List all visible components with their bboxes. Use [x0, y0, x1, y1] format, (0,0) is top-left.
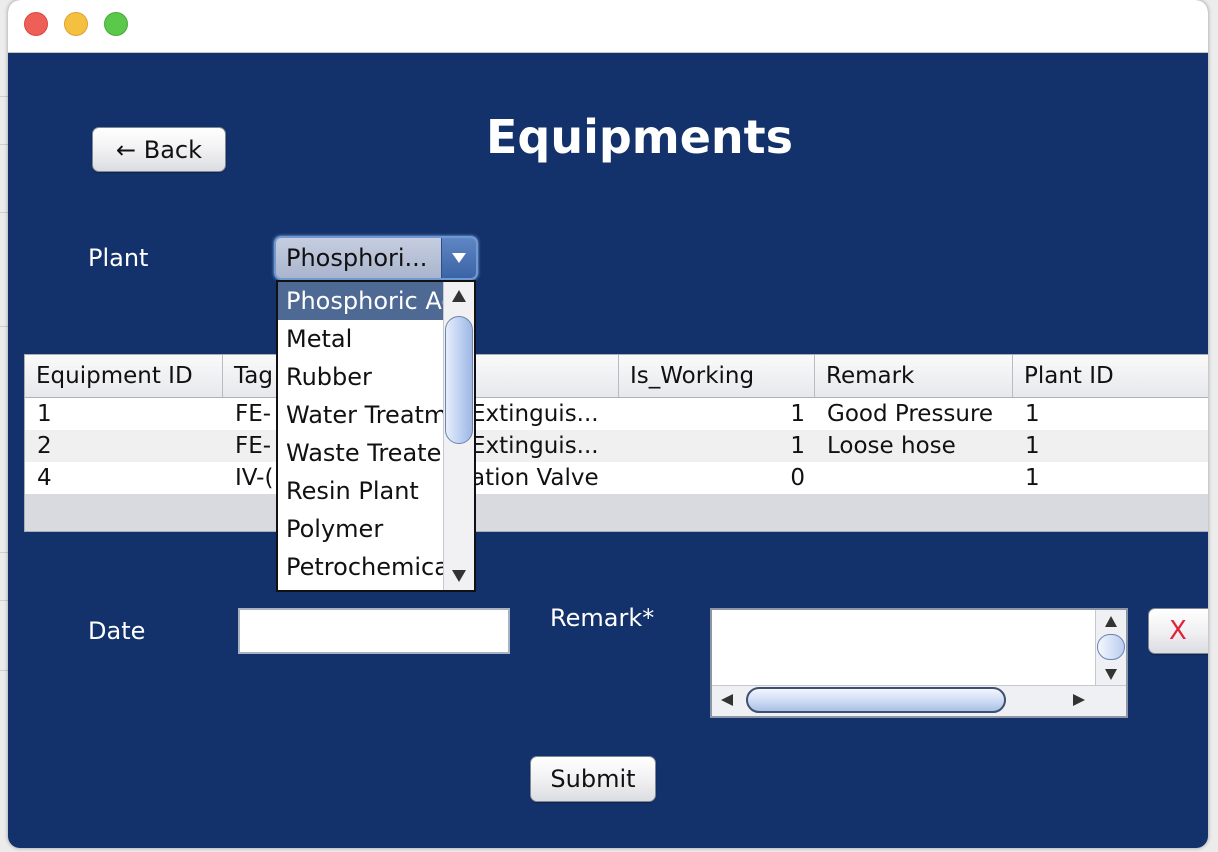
- cell-name: Extinguis...: [471, 401, 599, 427]
- clear-remark-button[interactable]: X: [1148, 608, 1208, 654]
- column-header-plant-id[interactable]: Plant ID: [1013, 355, 1208, 397]
- plant-select-value: Phosphori...: [286, 244, 428, 272]
- maximize-window-button[interactable]: [104, 12, 128, 36]
- table-row[interactable]: 1 FE- Extinguis... 1 Good Pressure 1: [25, 398, 1208, 430]
- cell-equipment-id: 1: [37, 401, 52, 427]
- cell-remark: [815, 462, 1013, 494]
- plant-option[interactable]: Polymer: [278, 510, 444, 548]
- plant-option[interactable]: Petrochemical: [278, 548, 444, 586]
- cell-plant-id: 1: [1025, 465, 1040, 491]
- cell-plant-id: 1: [1025, 401, 1040, 427]
- cell-plant-id: 1: [1025, 433, 1040, 459]
- scroll-left-arrow-icon[interactable]: [712, 686, 742, 714]
- cell-is-working: 1: [790, 433, 805, 459]
- column-header-equipment-id[interactable]: Equipment ID: [25, 355, 223, 397]
- table-row[interactable]: 4 IV-( ation Valve 0 1: [25, 462, 1208, 494]
- chevron-down-icon[interactable]: [441, 238, 476, 278]
- remark-vertical-scrollbar[interactable]: [1095, 610, 1126, 686]
- plant-option[interactable]: Phosphoric Ac: [278, 282, 444, 320]
- scroll-up-arrow-icon[interactable]: [444, 282, 474, 310]
- column-header-remark[interactable]: Remark: [815, 355, 1013, 397]
- title-bar: [8, 0, 1208, 53]
- scroll-thumb[interactable]: [746, 687, 1006, 713]
- plant-option[interactable]: Waste Treater: [278, 434, 444, 472]
- plant-label: Plant: [88, 244, 149, 272]
- cell-name: Extinguis...: [471, 433, 599, 459]
- remark-text[interactable]: [712, 610, 1096, 686]
- cell-equipment-id: 4: [37, 465, 52, 491]
- date-input[interactable]: [238, 608, 510, 654]
- plant-option[interactable]: Metal: [278, 320, 444, 358]
- scroll-down-arrow-icon[interactable]: [444, 562, 474, 590]
- plant-option[interactable]: Rubber: [278, 358, 444, 396]
- cell-equipment-id: 2: [37, 433, 52, 459]
- scroll-right-arrow-icon[interactable]: [1064, 686, 1094, 714]
- plant-select[interactable]: Phosphori...: [274, 236, 478, 280]
- remark-label: Remark*: [550, 604, 655, 632]
- scroll-thumb[interactable]: [1097, 634, 1125, 660]
- scroll-down-arrow-icon[interactable]: [1096, 662, 1126, 686]
- app-window: ← Back Equipments Plant Phosphori... Equ…: [8, 0, 1208, 848]
- submit-button[interactable]: Submit: [530, 756, 656, 802]
- date-label: Date: [88, 617, 146, 645]
- cell-is-working: 0: [790, 465, 805, 491]
- dropdown-scrollbar[interactable]: [443, 282, 474, 590]
- table-row[interactable]: 2 FE- Extinguis... 1 Loose hose 1: [25, 430, 1208, 462]
- column-header-is-working[interactable]: Is_Working: [619, 355, 815, 397]
- back-button[interactable]: ← Back: [92, 127, 226, 172]
- clear-button-label: X: [1169, 616, 1187, 646]
- scroll-up-arrow-icon[interactable]: [1096, 610, 1126, 634]
- cell-name: ation Valve: [471, 465, 599, 491]
- back-button-label: ← Back: [115, 135, 202, 164]
- remark-textarea[interactable]: [710, 608, 1128, 718]
- scroll-thumb[interactable]: [445, 316, 473, 444]
- equipment-table: Equipment ID Tag me Is_Working Remark Pl…: [24, 354, 1208, 532]
- cell-is-working: 1: [790, 401, 805, 427]
- table-header: Equipment ID Tag me Is_Working Remark Pl…: [25, 355, 1208, 398]
- minimize-window-button[interactable]: [64, 12, 88, 36]
- close-window-button[interactable]: [24, 12, 48, 36]
- plant-option[interactable]: Resin Plant: [278, 472, 444, 510]
- cell-remark: Good Pressure: [827, 401, 994, 427]
- plant-dropdown-list: Phosphoric Ac Metal Rubber Water Treatm …: [276, 280, 476, 592]
- page-title: Equipments: [486, 110, 794, 164]
- remark-horizontal-scrollbar[interactable]: [712, 685, 1126, 716]
- submit-button-label: Submit: [550, 765, 636, 793]
- cell-remark: Loose hose: [827, 433, 956, 459]
- plant-option[interactable]: Water Treatm: [278, 396, 444, 434]
